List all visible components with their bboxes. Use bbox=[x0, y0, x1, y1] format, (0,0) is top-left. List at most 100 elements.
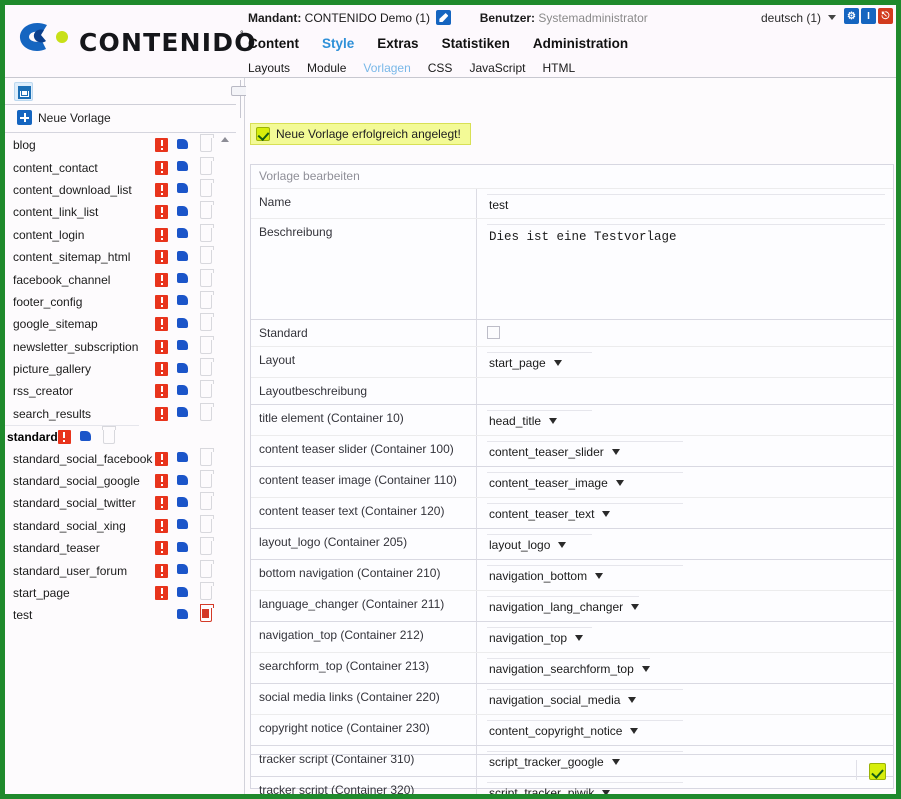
template-list-item[interactable]: standard_teaser bbox=[5, 537, 236, 559]
warning-icon[interactable] bbox=[155, 474, 168, 489]
warning-icon[interactable] bbox=[155, 227, 168, 242]
template-list-item[interactable]: content_link_list bbox=[5, 201, 236, 223]
container-module-select[interactable]: layout_logo bbox=[487, 534, 592, 554]
warning-icon[interactable] bbox=[155, 451, 168, 466]
cube-icon[interactable] bbox=[177, 608, 191, 622]
warning-icon[interactable] bbox=[57, 430, 71, 445]
warning-icon[interactable] bbox=[155, 586, 168, 600]
nav-main-style[interactable]: Style bbox=[322, 36, 354, 51]
cube-icon[interactable] bbox=[177, 407, 191, 421]
nav-sub-javascript[interactable]: JavaScript bbox=[469, 61, 525, 75]
cube-icon[interactable] bbox=[177, 384, 191, 398]
warning-icon[interactable] bbox=[155, 317, 168, 332]
warning-icon[interactable] bbox=[155, 384, 168, 399]
template-list-item[interactable]: footer_config bbox=[5, 290, 236, 313]
nav-sub-module[interactable]: Module bbox=[307, 61, 346, 75]
switch-client-icon[interactable] bbox=[436, 10, 452, 25]
template-list-item[interactable]: content_download_list bbox=[5, 178, 236, 201]
nav-main-statistiken[interactable]: Statistiken bbox=[442, 36, 510, 51]
logout-icon[interactable]: ⎋ bbox=[878, 8, 893, 24]
cube-icon[interactable] bbox=[177, 228, 191, 242]
nav-main-extras[interactable]: Extras bbox=[377, 36, 418, 51]
cube-icon[interactable] bbox=[177, 183, 191, 197]
cube-icon[interactable] bbox=[177, 340, 191, 354]
panel-splitter[interactable] bbox=[231, 78, 250, 794]
nav-main-content[interactable]: Content bbox=[248, 36, 299, 51]
warning-icon[interactable] bbox=[155, 541, 168, 556]
templates-tab-icon[interactable] bbox=[14, 82, 33, 101]
template-list-item[interactable]: content_contact bbox=[5, 156, 236, 178]
cube-icon[interactable] bbox=[177, 205, 191, 219]
template-list-item[interactable]: newsletter_subscription bbox=[5, 335, 236, 358]
warning-icon[interactable] bbox=[155, 339, 168, 354]
share-icon[interactable]: ⚙ bbox=[844, 8, 859, 24]
container-module-select[interactable]: navigation_top bbox=[487, 627, 592, 647]
template-list[interactable]: blog content_contact content_download_list… bbox=[5, 134, 236, 794]
warning-icon[interactable] bbox=[155, 138, 168, 153]
nav-sub-html[interactable]: HTML bbox=[542, 61, 575, 75]
nav-main-administration[interactable]: Administration bbox=[533, 36, 628, 51]
cube-icon[interactable] bbox=[177, 295, 191, 309]
cube-icon[interactable] bbox=[177, 452, 191, 466]
cube-icon[interactable] bbox=[177, 250, 191, 264]
warning-icon[interactable] bbox=[155, 362, 168, 377]
template-list-item[interactable]: facebook_channel bbox=[5, 268, 236, 290]
cube-icon[interactable] bbox=[177, 519, 191, 533]
container-module-select[interactable]: navigation_searchform_top bbox=[487, 658, 650, 678]
template-list-item[interactable]: start_page bbox=[5, 582, 236, 604]
cube-icon[interactable] bbox=[177, 496, 191, 510]
cube-icon[interactable] bbox=[177, 138, 191, 152]
warning-icon[interactable] bbox=[155, 250, 168, 265]
cube-icon[interactable] bbox=[177, 564, 191, 578]
template-list-item[interactable]: search_results bbox=[5, 402, 236, 425]
warning-icon[interactable] bbox=[155, 182, 168, 197]
save-button[interactable] bbox=[869, 763, 886, 780]
template-list-item[interactable]: picture_gallery bbox=[5, 358, 236, 380]
warning-icon[interactable] bbox=[155, 496, 168, 511]
cube-icon[interactable] bbox=[177, 586, 191, 600]
standard-checkbox[interactable] bbox=[487, 326, 500, 339]
warning-icon[interactable] bbox=[155, 272, 168, 287]
container-module-select[interactable]: content_teaser_text bbox=[487, 503, 683, 523]
new-template-button[interactable]: Neue Vorlage bbox=[17, 110, 111, 125]
cube-icon[interactable] bbox=[177, 317, 191, 331]
container-module-select[interactable]: content_teaser_image bbox=[487, 472, 683, 492]
warning-icon[interactable] bbox=[155, 406, 168, 421]
description-textarea[interactable] bbox=[487, 224, 885, 314]
trash-icon[interactable] bbox=[199, 604, 214, 623]
container-module-select[interactable]: content_copyright_notice bbox=[487, 720, 683, 740]
template-list-item[interactable]: standard bbox=[5, 425, 139, 447]
nav-sub-vorlagen[interactable]: Vorlagen bbox=[363, 61, 410, 75]
template-list-item[interactable]: standard_social_google bbox=[5, 470, 236, 492]
container-module-select[interactable]: head_title bbox=[487, 410, 592, 430]
template-list-item[interactable]: google_sitemap bbox=[5, 313, 236, 335]
cube-icon[interactable] bbox=[79, 430, 94, 444]
cube-icon[interactable] bbox=[177, 273, 191, 287]
template-list-item[interactable]: test bbox=[5, 604, 236, 626]
cube-icon[interactable] bbox=[177, 541, 191, 555]
info-icon[interactable]: I bbox=[861, 8, 876, 24]
template-list-item[interactable]: blog bbox=[5, 134, 236, 156]
warning-icon[interactable] bbox=[155, 205, 168, 220]
cube-icon[interactable] bbox=[177, 161, 191, 175]
layout-select[interactable]: start_page bbox=[487, 352, 592, 372]
cube-icon[interactable] bbox=[177, 474, 191, 488]
template-list-item[interactable]: content_login bbox=[5, 223, 236, 246]
container-module-select[interactable]: navigation_lang_changer bbox=[487, 596, 640, 616]
template-list-item[interactable]: rss_creator bbox=[5, 380, 236, 402]
template-list-item[interactable]: standard_social_xing bbox=[5, 514, 236, 537]
nav-sub-layouts[interactable]: Layouts bbox=[248, 61, 290, 75]
container-module-select[interactable]: navigation_bottom bbox=[487, 565, 683, 585]
container-module-select[interactable]: content_teaser_slider bbox=[487, 441, 683, 461]
template-list-item[interactable]: standard_user_forum bbox=[5, 559, 236, 581]
cube-icon[interactable] bbox=[177, 362, 191, 376]
nav-sub-css[interactable]: CSS bbox=[428, 61, 453, 75]
warning-icon[interactable] bbox=[155, 294, 168, 309]
warning-icon[interactable] bbox=[155, 518, 168, 533]
template-list-item[interactable]: standard_social_facebook bbox=[5, 447, 236, 469]
name-input[interactable] bbox=[487, 194, 885, 213]
warning-icon[interactable] bbox=[155, 160, 168, 175]
container-module-select[interactable]: navigation_social_media bbox=[487, 689, 683, 709]
warning-icon[interactable] bbox=[155, 563, 168, 578]
template-list-item[interactable]: content_sitemap_html bbox=[5, 246, 236, 268]
